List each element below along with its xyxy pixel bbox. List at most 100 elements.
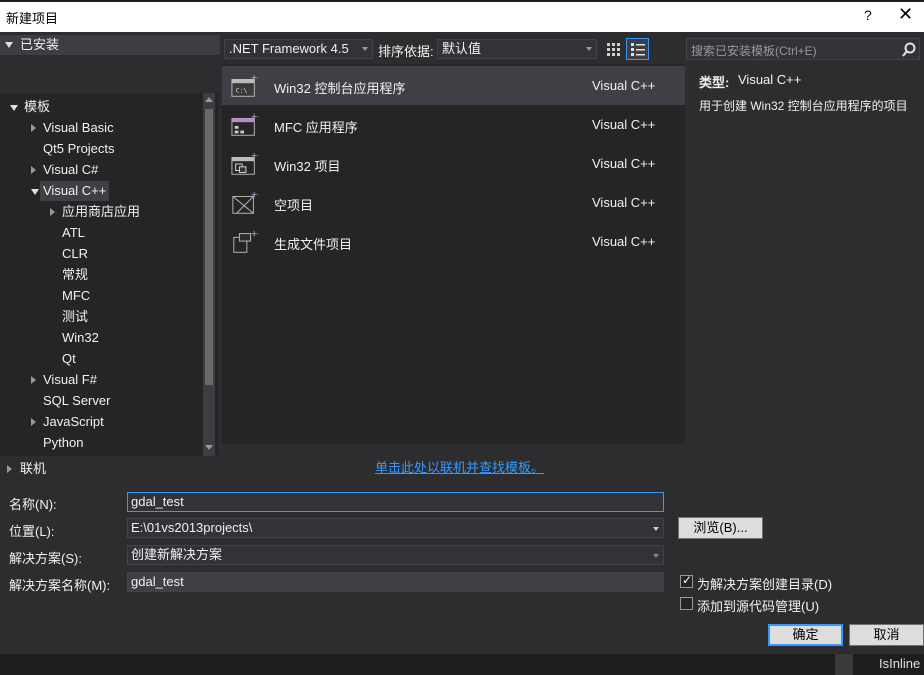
tree-label: 应用商店应用 <box>62 204 141 219</box>
solution-name-input[interactable]: gdal_test <box>127 572 664 592</box>
svg-text:++: ++ <box>251 151 259 160</box>
name-input[interactable]: gdal_test <box>127 492 664 512</box>
tree-label: 联机 <box>20 461 47 476</box>
template-list: C:\++Win32 控制台应用程序Visual C++++MFC 应用程序Vi… <box>222 64 685 444</box>
tree-item[interactable]: Visual C# <box>0 160 200 180</box>
tree-label: Qt5 Projects <box>43 141 115 156</box>
tree-item[interactable]: Visual Basic <box>0 118 200 138</box>
mfc-app-icon: ++ <box>231 112 259 136</box>
help-button[interactable]: ? <box>864 7 872 23</box>
svg-text:C:\: C:\ <box>236 87 248 95</box>
expand-arrow-icon[interactable] <box>31 166 36 174</box>
tree-label: MFC <box>62 288 91 303</box>
scroll-down-icon[interactable] <box>205 445 213 450</box>
create-dir-label: 为解决方案创建目录(D) <box>697 577 833 592</box>
tree-item[interactable]: Qt5 Projects <box>0 139 200 159</box>
search-placeholder: 搜索已安装模板(Ctrl+E) <box>691 44 817 58</box>
template-language: Visual C++ <box>592 117 656 132</box>
tree-label: Qt <box>62 351 76 366</box>
template-item[interactable]: ++ 空项目 Visual C++ <box>222 183 685 222</box>
tree-item[interactable]: CLR <box>0 244 200 264</box>
collapse-arrow-icon[interactable] <box>5 42 13 48</box>
tree-item-templates[interactable]: 模板 <box>0 97 200 117</box>
win32-project-icon: ++ <box>231 151 259 175</box>
create-dir-checkbox[interactable] <box>680 573 693 588</box>
template-item[interactable]: C:\++ Win32 控制台应用程序 Visual C++ <box>222 66 685 105</box>
type-value: Visual C++ <box>738 72 802 87</box>
template-description: 用于创建 Win32 控制台应用程序的项目 <box>699 99 908 113</box>
tree-item[interactable]: JavaScript <box>0 412 200 432</box>
window-title: 新建项目 <box>6 11 59 26</box>
tree-item[interactable]: Qt <box>0 349 200 369</box>
template-item[interactable]: ++ Win32 项目 Visual C++ <box>222 144 685 183</box>
chevron-down-icon[interactable] <box>653 527 659 531</box>
svg-text:++: ++ <box>251 190 259 199</box>
title-top-strip <box>0 0 924 2</box>
tree-item[interactable]: 常规 <box>0 265 200 285</box>
location-label: 位置(L): <box>9 524 55 539</box>
tree-item-installed[interactable]: 已安装 <box>0 35 220 55</box>
source-control-label: 添加到源代码管理(U) <box>697 599 820 614</box>
framework-dropdown[interactable]: .NET Framework 4.5 <box>224 39 373 59</box>
expand-arrow-icon[interactable] <box>31 376 36 384</box>
template-name: Win32 控制台应用程序 <box>274 81 406 96</box>
tree-item[interactable]: SQL Server <box>0 391 200 411</box>
close-icon[interactable]: ✕ <box>898 4 913 25</box>
source-control-checkbox[interactable] <box>680 597 693 610</box>
search-box[interactable]: 搜索已安装模板(Ctrl+E) <box>686 38 920 60</box>
makefile-project-icon: ++ <box>233 229 259 253</box>
solution-combo[interactable]: 创建新解决方案 <box>127 545 664 565</box>
tree-label: 模板 <box>24 99 51 114</box>
expand-arrow-icon[interactable] <box>7 465 12 473</box>
template-item[interactable]: ++ 生成文件项目 Visual C++ <box>222 222 685 261</box>
sort-dropdown[interactable]: 默认值 <box>437 39 597 59</box>
chevron-down-icon[interactable] <box>653 554 659 558</box>
search-icon[interactable] <box>901 42 917 58</box>
tree-item[interactable]: ATL <box>0 223 200 243</box>
tree-scrollbar[interactable] <box>203 93 215 456</box>
solution-value: 创建新解决方案 <box>131 547 223 562</box>
tree-label: Win32 <box>62 330 99 345</box>
location-combo[interactable]: E:\01vs2013projects\ <box>127 518 664 538</box>
template-language: Visual C++ <box>592 195 656 210</box>
ok-button[interactable]: 确定 <box>768 624 843 646</box>
template-name: 生成文件项目 <box>274 237 353 252</box>
name-label: 名称(N): <box>9 497 57 512</box>
browse-button[interactable]: 浏览(B)... <box>678 517 763 539</box>
list-view-button[interactable] <box>626 38 649 60</box>
expand-arrow-icon[interactable] <box>31 124 36 132</box>
scroll-up-icon[interactable] <box>205 97 213 102</box>
tree-item[interactable]: Visual F# <box>0 370 200 390</box>
status-bar: IsInline <box>0 654 924 675</box>
tree-item[interactable]: Win32 <box>0 328 200 348</box>
tree-item[interactable]: MFC <box>0 286 200 306</box>
template-name: Win32 项目 <box>274 159 341 174</box>
online-templates-link[interactable]: 单击此处以联机并查找模板。 <box>375 457 544 476</box>
solution-label: 解决方案(S): <box>9 551 82 566</box>
scroll-thumb[interactable] <box>205 109 213 385</box>
tree-label: JavaScript <box>43 414 104 429</box>
type-label: 类型: <box>699 75 730 90</box>
collapse-arrow-icon[interactable] <box>10 105 18 111</box>
tree-item[interactable]: Visual C++ <box>0 181 200 201</box>
status-text: IsInline <box>879 656 921 671</box>
tree-label: 常规 <box>62 267 89 282</box>
status-block <box>835 654 853 675</box>
tree-item[interactable]: Python <box>0 433 200 453</box>
tree-item[interactable]: 应用商店应用 <box>0 202 200 222</box>
chevron-down-icon <box>586 47 592 51</box>
name-value: gdal_test <box>131 494 184 509</box>
tree-item[interactable]: 测试 <box>0 307 200 327</box>
tree-label: 已安装 <box>20 37 60 52</box>
expand-arrow-icon[interactable] <box>50 208 55 216</box>
template-item[interactable]: ++ MFC 应用程序 Visual C++ <box>222 105 685 144</box>
collapse-arrow-icon[interactable] <box>31 189 39 195</box>
template-language: Visual C++ <box>592 156 656 171</box>
tree-item-online[interactable]: 联机 <box>0 459 220 479</box>
framework-value: .NET Framework 4.5 <box>229 41 349 56</box>
title-bar: 新建项目 ? ✕ <box>0 0 924 32</box>
expand-arrow-icon[interactable] <box>31 418 36 426</box>
cancel-button[interactable]: 取消 <box>849 624 924 646</box>
grid-view-button[interactable] <box>602 39 624 59</box>
grid-view-icon <box>607 43 620 56</box>
